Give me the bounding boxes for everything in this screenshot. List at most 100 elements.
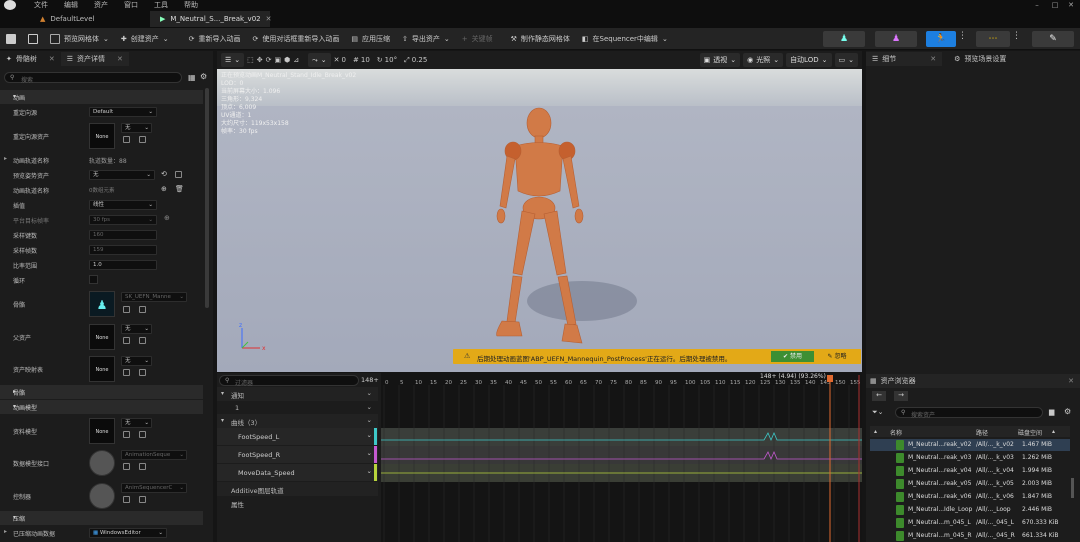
- use-selected-icon[interactable]: [123, 306, 130, 313]
- tab-skeleton-tree[interactable]: ✦ 骨骼树 ✕: [0, 52, 61, 66]
- data-model-picker[interactable]: AnimationSeque ⌄: [121, 450, 187, 460]
- ignore-button[interactable]: ✎ 忽略: [816, 351, 858, 362]
- use-selected-icon[interactable]: [123, 337, 130, 344]
- asset-row[interactable]: M_Neutral...reak_v02/All/..._k_v02 1.467 …: [870, 439, 1070, 451]
- move-icon[interactable]: ✥: [257, 56, 263, 64]
- track-additive[interactable]: Additive图层轨道: [217, 482, 378, 496]
- coordinate-icon[interactable]: ⬢: [284, 56, 290, 64]
- create-asset-button[interactable]: ✚ 创建资产 ⌄: [115, 30, 175, 48]
- asset-row[interactable]: M_Neutral...m_045_R/All/..._045_R 661.334…: [870, 530, 1070, 542]
- unreal-logo-icon[interactable]: [4, 0, 16, 10]
- rotate-icon[interactable]: ⟳: [266, 56, 272, 64]
- asset-browser-tab[interactable]: ▦ 资产浏览器 ✕: [866, 374, 1080, 388]
- export-asset-button[interactable]: ⇧ 导出资产 ⌄: [396, 30, 456, 48]
- playhead-handle[interactable]: [827, 375, 833, 382]
- settings-icon[interactable]: ⚙: [200, 72, 207, 81]
- use-selected-icon[interactable]: [123, 369, 130, 376]
- track-curves[interactable]: ▾ 曲线（3） ⌄: [217, 414, 378, 428]
- tab-default-level[interactable]: ▲ DefaultLevel: [30, 11, 150, 27]
- animation-mode-button[interactable]: 🏃: [926, 31, 956, 47]
- tab-close-icon[interactable]: ✕: [1068, 377, 1074, 385]
- model-asset-thumbnail[interactable]: None: [89, 418, 115, 444]
- column-size[interactable]: 磁盘空间: [1018, 428, 1042, 437]
- asset-mapping-picker[interactable]: 无 ⌄: [121, 356, 152, 366]
- track-attributes[interactable]: 属性: [217, 496, 378, 510]
- parent-asset-thumbnail[interactable]: None: [89, 324, 115, 350]
- physics-mode-button[interactable]: ✎: [1032, 31, 1074, 47]
- select-icon[interactable]: ⬚: [247, 56, 254, 64]
- preview-pose-picker[interactable]: 无 ⌄: [89, 170, 155, 180]
- location-snap[interactable]: #10: [353, 56, 370, 64]
- browse-button[interactable]: [22, 30, 44, 48]
- retarget-source-dropdown[interactable]: Default ⌄: [89, 107, 157, 117]
- layout-button[interactable]: ▭ ⌄: [834, 53, 858, 67]
- reimport-dialog-button[interactable]: ⟳ 使用对话框重新导入动画: [247, 30, 346, 48]
- minimize-icon[interactable]: –: [1028, 0, 1046, 10]
- use-selected-icon[interactable]: ⟲: [161, 170, 167, 178]
- asset-search-input[interactable]: ⚲ 搜索资产: [895, 407, 1043, 419]
- section-compression[interactable]: ▾ 压缩: [0, 511, 203, 525]
- tab-details[interactable]: ☰ 细节 ✕: [866, 52, 943, 66]
- tab-asset-details[interactable]: ☰ 资产详情 ✕: [60, 52, 129, 66]
- viewport-options-button[interactable]: ☰ ⌄: [221, 53, 245, 67]
- save-button[interactable]: [0, 30, 22, 48]
- tab-close-icon[interactable]: ✕: [117, 55, 123, 63]
- surface-snap-icon[interactable]: ⊿: [293, 56, 299, 64]
- menu-asset[interactable]: 资产: [94, 0, 108, 10]
- asset-row[interactable]: M_Neutral...reak_v03/All/..._k_v03 1.262 …: [870, 452, 1070, 464]
- add-element-icon[interactable]: ⊕: [161, 185, 167, 193]
- browse-icon[interactable]: [139, 337, 146, 344]
- apply-compression-button[interactable]: ▤ 应用压缩: [345, 30, 396, 48]
- reimport-button[interactable]: ⟳ 重新导入动画: [183, 30, 247, 48]
- parent-asset-picker[interactable]: 无 ⌄: [121, 324, 152, 334]
- interpolation-dropdown[interactable]: 线性 ⌄: [89, 200, 157, 210]
- column-name[interactable]: 名称: [890, 428, 902, 437]
- lit-button[interactable]: ◉ 光照 ⌄: [743, 53, 784, 67]
- track-notifies[interactable]: ▾ 通知 ⌄: [217, 387, 378, 401]
- add-platform-icon[interactable]: ⊕: [164, 214, 170, 222]
- mesh-mode-button[interactable]: ♟: [875, 31, 917, 47]
- curve-footspeed-l[interactable]: FootSpeed_L ⌄: [217, 428, 378, 445]
- trash-icon[interactable]: 🗑: [175, 185, 184, 193]
- blueprint-mode-button[interactable]: ⋯: [976, 31, 1010, 47]
- auto-lod-button[interactable]: 自动LOD ⌄: [786, 53, 832, 67]
- controller-picker[interactable]: AnimSequencerC ⌄: [121, 483, 187, 493]
- retarget-asset-picker[interactable]: 无 ⌄: [121, 123, 152, 133]
- keyframe-button[interactable]: + 关键帧: [456, 30, 499, 48]
- asset-row[interactable]: M_Neutral...Idle_Loop/All/..._Loop 2.446 …: [870, 504, 1070, 516]
- tab-close-icon[interactable]: ✕: [49, 55, 55, 63]
- skeleton-picker[interactable]: SK_UEFN_Manne ⌄: [121, 292, 187, 302]
- tab-close-icon[interactable]: ✕: [266, 15, 272, 23]
- section-anim-model[interactable]: ▾ 动画模型: [0, 400, 203, 414]
- browse-icon[interactable]: [139, 306, 146, 313]
- make-static-mesh-button[interactable]: ⚒ 制作静态网格体: [505, 30, 576, 48]
- use-selected-icon[interactable]: [123, 496, 130, 503]
- asset-row[interactable]: M_Neutral...reak_v05/All/..._k_v05 2.003 …: [870, 478, 1070, 490]
- section-bones[interactable]: ▸ 骨骼: [0, 385, 203, 399]
- details-search-input[interactable]: ⚲ 搜索: [4, 72, 182, 84]
- use-selected-icon[interactable]: [123, 136, 130, 143]
- asset-row[interactable]: M_Neutral...m_045_L/All/..._045_L 670.333…: [870, 517, 1070, 529]
- browse-icon[interactable]: [139, 463, 146, 470]
- retarget-asset-thumbnail[interactable]: None: [89, 123, 115, 149]
- back-button[interactable]: ←: [872, 391, 886, 401]
- tab-close-icon[interactable]: ✕: [930, 55, 936, 63]
- use-selected-icon[interactable]: [123, 463, 130, 470]
- folder-icon[interactable]: ▆: [1049, 408, 1054, 416]
- mode-options-icon[interactable]: ⋮: [958, 31, 967, 41]
- asset-row[interactable]: M_Neutral...reak_v04/All/..._k_v04 1.994 …: [870, 465, 1070, 477]
- sort-up-icon[interactable]: ▴: [874, 428, 877, 435]
- loop-checkbox[interactable]: [89, 275, 98, 284]
- preview-mesh-button[interactable]: 预览网格体 ⌄: [44, 30, 115, 48]
- track-filter-input[interactable]: ⚲ 过滤器: [219, 375, 359, 387]
- rotation-snap[interactable]: ↻ 10°: [377, 56, 397, 64]
- disable-button[interactable]: ✔ 禁用: [771, 351, 814, 362]
- filter-icon[interactable]: ⏷⌄: [872, 408, 883, 417]
- browse-icon[interactable]: [139, 496, 146, 503]
- snap-toggle-button[interactable]: ⤳ ⌄: [308, 53, 331, 67]
- grid-snap[interactable]: ✕ 0: [334, 56, 346, 64]
- model-asset-picker[interactable]: 无 ⌄: [121, 418, 152, 428]
- details-scrollbar[interactable]: [205, 88, 209, 308]
- menu-window[interactable]: 窗口: [124, 0, 138, 10]
- perspective-button[interactable]: ▣ 透视 ⌄: [699, 53, 741, 67]
